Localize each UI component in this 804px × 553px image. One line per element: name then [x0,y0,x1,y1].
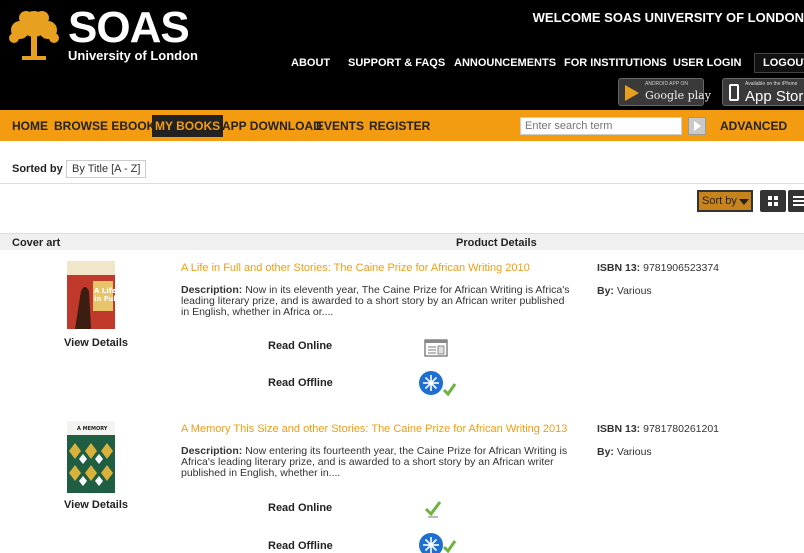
book-title-link[interactable]: A Memory This Size and other Stories: Th… [181,423,567,435]
book-cover-image[interactable]: A Life in Full [67,261,115,329]
author-value: Various [616,446,652,458]
read-online-label: Read Online [268,340,333,352]
nav-home[interactable]: HOME [12,119,48,133]
nav-register[interactable]: REGISTER [369,119,430,133]
read-online-label: Read Online [268,502,333,514]
nav-app-download[interactable]: APP DOWNLOAD [222,119,322,133]
nav-announcements[interactable]: ANNOUNCEMENTS [454,57,556,69]
read-online-app-icon[interactable] [422,499,444,519]
author: By: Various [597,285,652,297]
book-title-link[interactable]: A Life in Full and other Stories: The Ca… [181,262,530,274]
isbn: ISBN 13: 9781906523374 [597,262,719,274]
google-play-text: Google play [645,89,711,102]
isbn-label: ISBN 13: [597,423,641,435]
author: By: Various [597,446,652,458]
sort-by-dropdown[interactable]: Sort by [697,190,753,212]
nav-about[interactable]: ABOUT [291,57,330,69]
nav-user-login[interactable]: USER LOGIN [673,57,741,69]
divider [0,183,804,184]
svg-text:A MEMORY: A MEMORY [77,426,108,432]
app-store-text: App Store [745,88,804,105]
book-cover-image[interactable]: A MEMORY [67,421,115,493]
search-input[interactable] [520,117,682,135]
nav-my-books[interactable]: MY BOOKS [152,115,224,137]
book-description: Description: Now entering its fourteenth… [181,446,571,479]
by-label: By: [597,446,614,458]
welcome-message: WELCOME SOAS UNIVERSITY OF LONDON [532,10,804,25]
nav-events[interactable]: EVENTS [316,119,364,133]
isbn: ISBN 13: 9781780261201 [597,423,719,435]
search-button[interactable] [688,117,706,135]
sorted-by-value[interactable]: By Title [A - Z] [66,160,147,178]
isbn-value: 9781906523374 [643,262,720,274]
top-nav: ABOUT SUPPORT & FAQS ANNOUNCEMENTS FOR I… [0,57,804,73]
site-header: SOAS University of London WELCOME SOAS U… [0,0,804,110]
brand-name: SOAS [68,3,190,52]
sort-by-label: Sort by [702,195,737,207]
svg-text:in Full: in Full [94,295,115,303]
google-play-badge[interactable]: ANDROID APP ON Google play [618,78,711,106]
grid-view-button[interactable] [760,190,786,212]
nav-browse-ebooks[interactable]: BROWSE EBOOKS [54,119,163,133]
caret-down-icon [739,199,749,205]
read-offline-app-icon[interactable] [418,370,458,398]
view-details-link[interactable]: View Details [64,499,128,511]
by-label: By: [597,285,614,297]
google-play-icon [625,85,639,101]
book-description: Description: Now in its eleventh year, T… [181,285,571,318]
isbn-value: 9781780261201 [643,423,720,435]
read-online-book-icon[interactable] [424,339,448,357]
col-cover-art: Cover art [12,237,61,249]
table-header: Cover art Product Details [0,233,804,250]
sorted-by-label: Sorted by [12,163,63,175]
main-nav: HOME BROWSE EBOOKS MY BOOKS APP DOWNLOAD… [0,110,804,141]
app-store-small-text: Available on the iPhone [745,81,798,87]
author-value: Various [616,285,652,297]
google-play-small-text: ANDROID APP ON [645,81,688,87]
logout-button[interactable]: LOGOUT [754,53,804,73]
read-offline-label: Read Offline [268,377,333,389]
play-arrow-icon [694,121,701,131]
tree-logo-icon [9,11,59,60]
view-details-link[interactable]: View Details [64,337,128,349]
col-product-details: Product Details [456,237,537,249]
read-offline-app-icon[interactable] [418,532,458,553]
nav-for-institutions[interactable]: FOR INSTITUTIONS [564,57,667,69]
isbn-label: ISBN 13: [597,262,641,274]
nav-support-faqs[interactable]: SUPPORT & FAQS [348,57,445,69]
app-store-badge[interactable]: Available on the iPhone App Store [722,78,804,106]
iphone-icon [729,84,739,101]
advanced-search-link[interactable]: ADVANCED [720,119,787,133]
svg-text:A Life: A Life [94,287,115,295]
read-offline-label: Read Offline [268,540,333,552]
list-view-button[interactable] [788,190,804,212]
